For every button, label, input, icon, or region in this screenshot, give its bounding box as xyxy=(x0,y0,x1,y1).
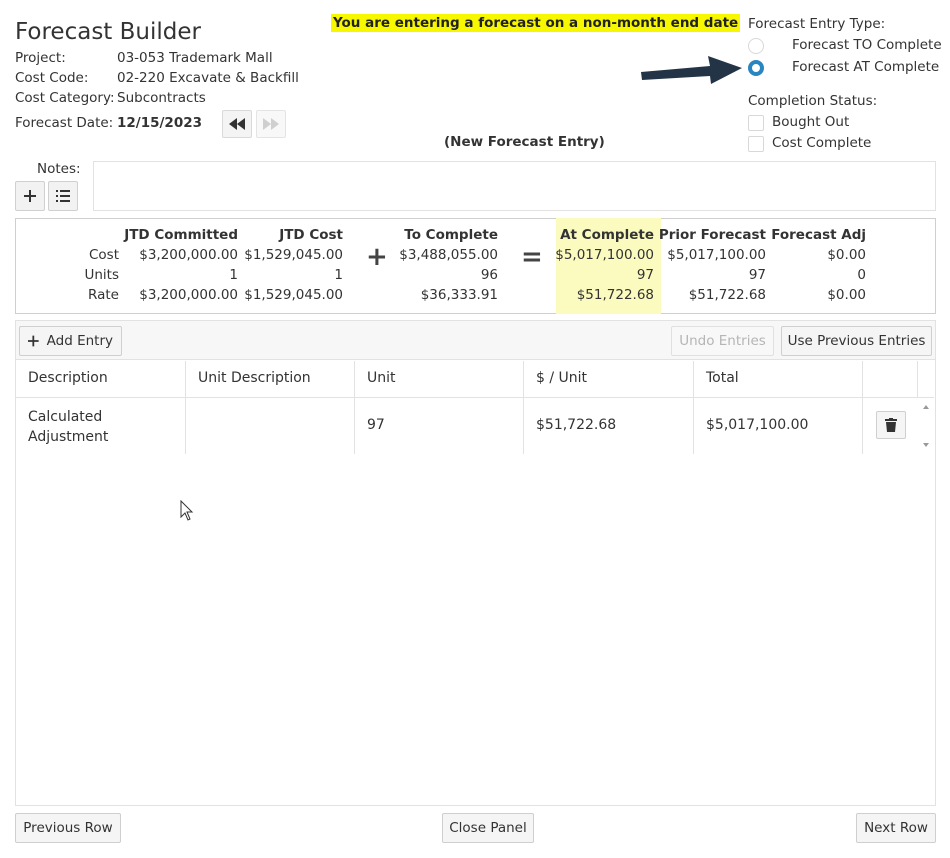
jtd-cost-header: JTD Cost xyxy=(279,227,343,243)
column-header-per-unit[interactable]: $ / Unit xyxy=(536,370,587,386)
row-label-rate: Rate xyxy=(88,287,119,303)
cost-category-label: Cost Category: xyxy=(15,90,115,106)
radio-forecast-to-complete[interactable] xyxy=(748,38,764,54)
prior-forecast-cost: $5,017,100.00 xyxy=(667,247,766,263)
new-forecast-entry-label: (New Forecast Entry) xyxy=(444,134,605,150)
completion-status-label: Completion Status: xyxy=(748,93,878,109)
add-entry-label: Add Entry xyxy=(46,333,113,349)
column-divider xyxy=(862,361,863,454)
jtd-committed-units: 1 xyxy=(229,267,238,283)
at-complete-rate: $51,722.68 xyxy=(576,287,654,303)
column-divider xyxy=(917,361,918,398)
row-per-unit[interactable]: $51,722.68 xyxy=(536,417,616,433)
prior-forecast-units: 97 xyxy=(748,267,766,283)
fast-forward-icon xyxy=(263,118,279,130)
notes-label: Notes: xyxy=(37,161,81,177)
add-entry-button[interactable]: Add Entry xyxy=(19,326,122,356)
column-divider xyxy=(354,361,355,454)
equals-operator: = xyxy=(521,242,543,272)
previous-row-button[interactable]: Previous Row xyxy=(15,813,121,843)
cost-complete-label: Cost Complete xyxy=(772,135,872,151)
row-description-line1: Calculated xyxy=(28,409,103,425)
add-note-button[interactable] xyxy=(15,181,45,211)
bought-out-label: Bought Out xyxy=(772,114,850,130)
column-header-unit[interactable]: Unit xyxy=(367,370,396,386)
close-panel-button[interactable]: Close Panel xyxy=(442,813,534,843)
forecast-adj-rate: $0.00 xyxy=(827,287,866,303)
notes-textarea[interactable] xyxy=(93,161,936,211)
scroll-up-icon xyxy=(923,405,929,409)
project-value: 03-053 Trademark Mall xyxy=(117,50,273,66)
column-divider xyxy=(523,361,524,454)
row-total[interactable]: $5,017,100.00 xyxy=(706,417,808,433)
list-icon xyxy=(56,190,70,202)
to-complete-cost: $3,488,055.00 xyxy=(399,247,498,263)
next-row-button[interactable]: Next Row xyxy=(856,813,936,843)
undo-entries-button[interactable]: Undo Entries xyxy=(671,326,774,356)
forecast-adj-cost: $0.00 xyxy=(827,247,866,263)
forecast-adj-header: Forecast Adj xyxy=(771,227,866,243)
trash-icon xyxy=(885,418,897,432)
forecast-date-label: Forecast Date: xyxy=(15,115,114,131)
row-label-cost: Cost xyxy=(88,247,119,263)
row-description-line2: Adjustment xyxy=(28,429,109,445)
column-header-unit-description[interactable]: Unit Description xyxy=(198,370,311,386)
forecast-adj-units: 0 xyxy=(857,267,866,283)
plus-operator: + xyxy=(366,242,388,272)
previous-date-button[interactable] xyxy=(222,110,252,138)
at-complete-header: At Complete xyxy=(560,227,654,243)
to-complete-units: 96 xyxy=(480,267,498,283)
jtd-committed-cost: $3,200,000.00 xyxy=(139,247,238,263)
cost-category-value: Subcontracts xyxy=(117,90,206,106)
column-header-description[interactable]: Description xyxy=(28,370,108,386)
row-label-units: Units xyxy=(84,267,119,283)
column-divider xyxy=(185,361,186,454)
jtd-cost-units: 1 xyxy=(334,267,343,283)
arrow-annotation-icon xyxy=(641,56,742,84)
to-complete-rate: $36,333.91 xyxy=(420,287,498,303)
column-divider xyxy=(693,361,694,454)
delete-row-button[interactable] xyxy=(876,411,906,439)
radio-forecast-to-complete-label: Forecast TO Complete xyxy=(792,37,942,53)
row-description[interactable]: Calculated Adjustment xyxy=(28,407,108,447)
to-complete-header: To Complete xyxy=(404,227,498,243)
at-complete-units: 97 xyxy=(636,267,654,283)
jtd-cost-rate: $1,529,045.00 xyxy=(244,287,343,303)
rewind-icon xyxy=(229,118,245,130)
row-unit[interactable]: 97 xyxy=(367,417,385,433)
jtd-cost-cost: $1,529,045.00 xyxy=(244,247,343,263)
cost-complete-checkbox[interactable] xyxy=(748,136,764,152)
plus-icon xyxy=(28,335,39,347)
mouse-cursor-icon xyxy=(180,500,194,521)
next-date-button[interactable] xyxy=(256,110,286,138)
prior-forecast-rate: $51,722.68 xyxy=(688,287,766,303)
grid-scrollbar[interactable] xyxy=(918,398,934,454)
jtd-committed-header: JTD Committed xyxy=(124,227,238,243)
at-complete-cost: $5,017,100.00 xyxy=(555,247,654,263)
page-title: Forecast Builder xyxy=(15,19,201,45)
cost-code-value: 02-220 Excavate & Backfill xyxy=(117,70,299,86)
notes-list-button[interactable] xyxy=(48,181,78,211)
bought-out-checkbox[interactable] xyxy=(748,115,764,131)
radio-forecast-at-complete-label: Forecast AT Complete xyxy=(792,59,940,75)
project-label: Project: xyxy=(15,50,66,66)
use-previous-entries-button[interactable]: Use Previous Entries xyxy=(781,326,932,356)
cost-code-label: Cost Code: xyxy=(15,70,89,86)
grid-header xyxy=(16,361,934,398)
non-month-end-warning: You are entering a forecast on a non-mon… xyxy=(331,14,741,32)
prior-forecast-header: Prior Forecast xyxy=(658,227,766,243)
jtd-committed-rate: $3,200,000.00 xyxy=(139,287,238,303)
column-header-total[interactable]: Total xyxy=(706,370,739,386)
forecast-date-value: 12/15/2023 xyxy=(117,115,203,131)
radio-forecast-at-complete[interactable] xyxy=(748,60,764,76)
scroll-down-icon xyxy=(923,443,929,447)
entry-type-label: Forecast Entry Type: xyxy=(748,16,886,32)
plus-icon xyxy=(24,190,36,202)
